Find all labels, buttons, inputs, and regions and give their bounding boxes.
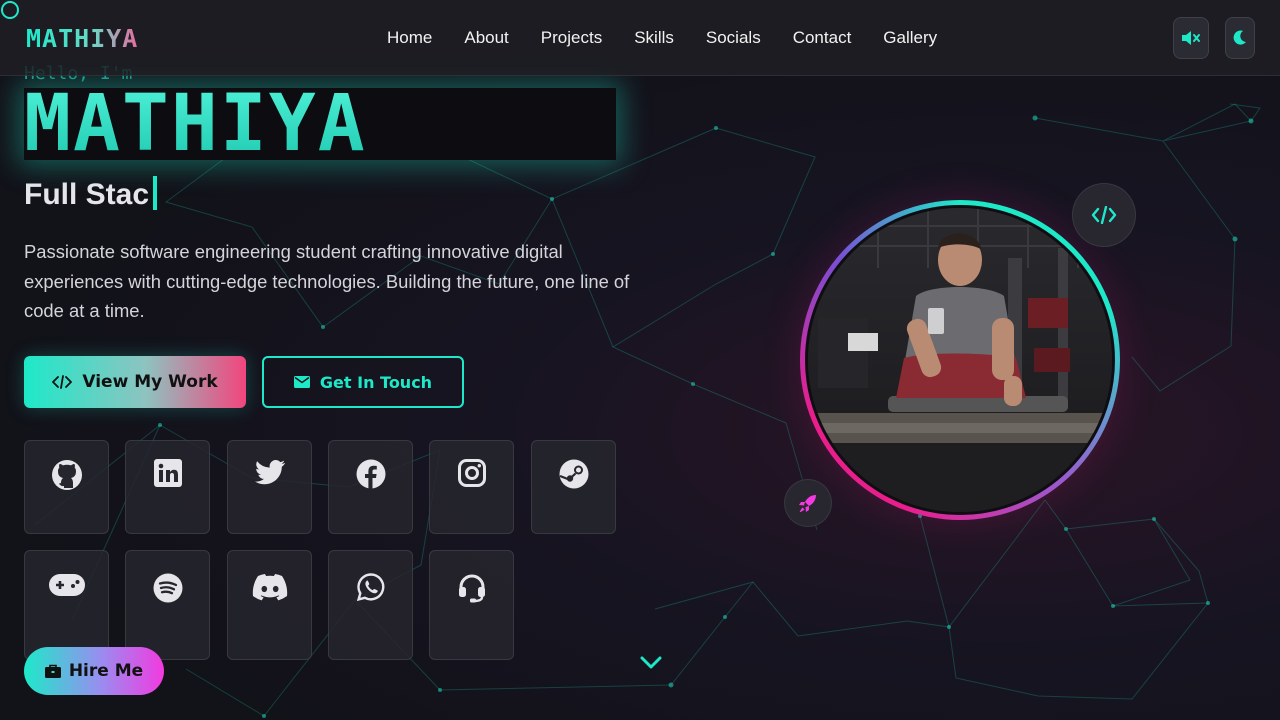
spotify-icon bbox=[153, 573, 182, 603]
get-in-touch-label: Get In Touch bbox=[319, 372, 433, 392]
volume-mute-icon bbox=[1182, 31, 1200, 45]
profile-photo bbox=[805, 205, 1115, 515]
gym-photo-illustration bbox=[808, 208, 1112, 512]
code-icon bbox=[52, 375, 73, 389]
headset-icon bbox=[458, 574, 485, 603]
discord-icon bbox=[252, 574, 287, 601]
view-my-work-label: View My Work bbox=[82, 372, 218, 392]
hire-me-button[interactable]: Hire Me bbox=[24, 647, 164, 695]
get-in-touch-button[interactable]: Get In Touch bbox=[262, 356, 464, 408]
steam-icon bbox=[559, 459, 588, 489]
envelope-icon bbox=[293, 376, 310, 388]
hire-me-label: Hire Me bbox=[68, 661, 144, 681]
theme-toggle-button[interactable] bbox=[1225, 17, 1255, 59]
social-spotify-button[interactable] bbox=[125, 550, 210, 660]
code-icon bbox=[1091, 206, 1117, 224]
social-gaming-button[interactable] bbox=[24, 550, 109, 660]
navbar: MATHIYA Home About Projects Skills Socia… bbox=[0, 0, 1280, 76]
facebook-icon bbox=[356, 459, 385, 489]
typed-role: Full Stac bbox=[24, 176, 158, 212]
gamepad-icon bbox=[48, 574, 85, 596]
social-support-button[interactable] bbox=[429, 550, 514, 660]
rocket-badge bbox=[784, 479, 832, 527]
typed-role-text: Full Stac bbox=[24, 178, 150, 211]
nav-link-projects[interactable]: Projects bbox=[541, 28, 602, 48]
site-logo[interactable]: MATHIYA bbox=[26, 24, 138, 53]
nav-link-gallery[interactable]: Gallery bbox=[883, 28, 937, 48]
nav-link-socials[interactable]: Socials bbox=[706, 28, 761, 48]
linkedin-icon bbox=[153, 459, 182, 487]
social-discord-button[interactable] bbox=[227, 550, 312, 660]
social-instagram-button[interactable] bbox=[429, 440, 514, 534]
nav-link-contact[interactable]: Contact bbox=[793, 28, 852, 48]
moon-icon bbox=[1233, 30, 1246, 45]
nav-links: Home About Projects Skills Socials Conta… bbox=[387, 28, 969, 48]
sound-toggle-button[interactable] bbox=[1173, 17, 1209, 59]
whatsapp-icon bbox=[356, 573, 384, 601]
cursor-ring bbox=[1, 1, 19, 19]
profile-photo-frame bbox=[800, 200, 1120, 520]
github-icon bbox=[51, 460, 82, 490]
typing-caret bbox=[153, 176, 158, 210]
hero-description: Passionate software engineering student … bbox=[24, 241, 630, 321]
view-my-work-button[interactable]: View My Work bbox=[24, 356, 246, 408]
rocket-icon bbox=[799, 495, 816, 512]
nav-link-skills[interactable]: Skills bbox=[634, 28, 674, 48]
code-badge bbox=[1072, 183, 1136, 247]
twitter-icon bbox=[254, 460, 285, 485]
social-whatsapp-button[interactable] bbox=[328, 550, 413, 660]
briefcase-icon bbox=[44, 664, 61, 678]
instagram-icon bbox=[457, 459, 486, 487]
nav-link-home[interactable]: Home bbox=[387, 28, 432, 48]
social-twitter-button[interactable] bbox=[227, 440, 312, 534]
nav-link-about[interactable]: About bbox=[464, 28, 508, 48]
hero-name-box: MATHIYA bbox=[24, 82, 616, 166]
chevron-down-icon[interactable] bbox=[640, 656, 662, 670]
social-steam-button[interactable] bbox=[531, 440, 616, 534]
social-linkedin-button[interactable] bbox=[125, 440, 210, 534]
hero-name: MATHIYA bbox=[24, 79, 367, 169]
social-github-button[interactable] bbox=[24, 440, 109, 534]
social-facebook-button[interactable] bbox=[328, 440, 413, 534]
